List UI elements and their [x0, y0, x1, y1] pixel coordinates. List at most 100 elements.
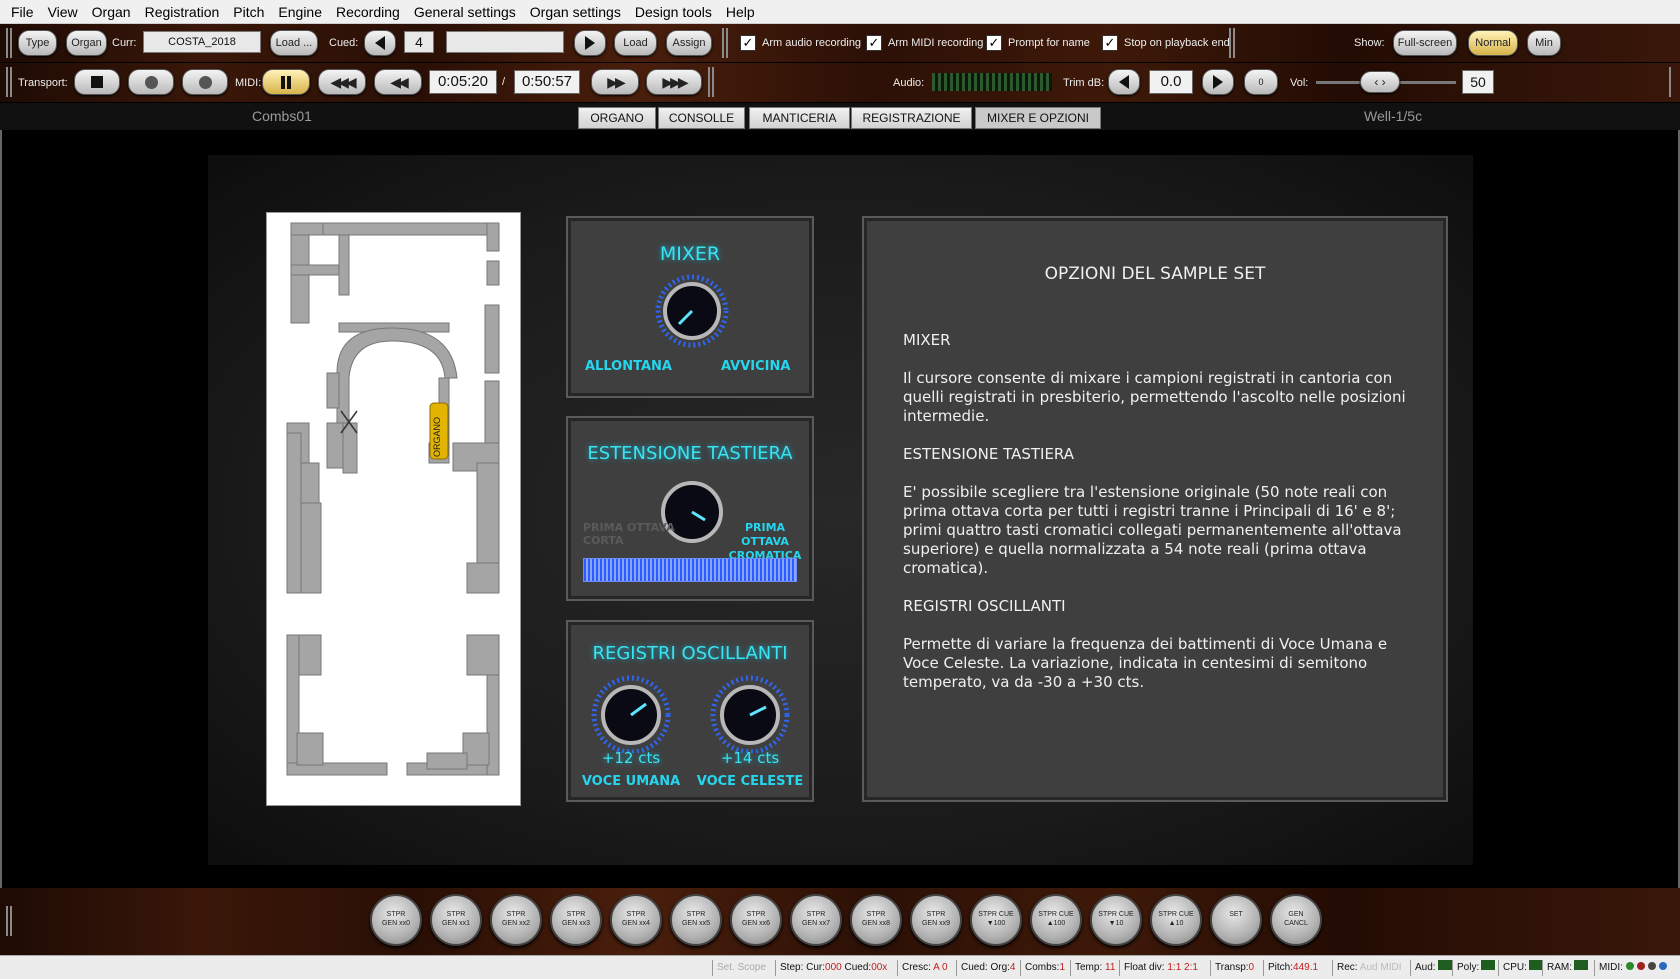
checkbox-stop-on-playback-end[interactable]: ✓ — [1102, 35, 1118, 51]
aud-label: Aud: — [1415, 962, 1436, 973]
stop-button-12[interactable]: STPR CUE ▼10 — [1090, 894, 1142, 946]
cpu-label: CPU: — [1503, 962, 1527, 973]
tab-manticeria[interactable]: MANTICERIA — [749, 107, 850, 129]
midi-label: MIDI: — [235, 77, 262, 89]
church-floorplan[interactable]: ORGANO — [266, 212, 521, 806]
cued-prev-button[interactable] — [364, 30, 396, 56]
combs-status: Combs:1 — [1020, 960, 1065, 976]
short-octave-line2: CORTA — [583, 534, 624, 547]
normal-view-button[interactable]: Normal — [1468, 30, 1518, 56]
stop-button-line1: STPR — [566, 911, 586, 918]
stop-button-line2: GEN xx9 — [921, 920, 950, 927]
stop-button-11[interactable]: STPR CUE ▲100 — [1030, 894, 1082, 946]
transport-label: Transport: — [18, 77, 68, 89]
stop-button-2[interactable]: STPR GEN xx2 — [490, 894, 542, 946]
assign-button[interactable]: Assign — [666, 30, 712, 56]
cued-next-button[interactable] — [574, 30, 606, 56]
menu-organ[interactable]: Organ — [85, 0, 138, 24]
menu-general-settings[interactable]: General settings — [407, 0, 523, 24]
volume-slider-thumb[interactable]: ‹ › — [1360, 71, 1400, 93]
ram-meter — [1574, 960, 1588, 970]
mixer-knob[interactable] — [643, 269, 741, 349]
load-file-button[interactable]: Load ... — [270, 30, 318, 56]
trim-up-button[interactable] — [1202, 69, 1234, 95]
voce-celeste-knob[interactable] — [702, 673, 798, 753]
menu-engine[interactable]: Engine — [271, 0, 329, 24]
stop-button-9[interactable]: STPR GEN xx9 — [910, 894, 962, 946]
forward-end-button[interactable]: ▶▶▶ — [646, 69, 702, 95]
cued-name-field[interactable] — [446, 31, 564, 53]
show-label: Show: — [1354, 37, 1385, 49]
toolbar-grip[interactable] — [6, 906, 12, 936]
pause-icon — [281, 76, 285, 89]
type-button[interactable]: Type — [18, 30, 57, 56]
trim-reset-button[interactable]: 0 — [1244, 69, 1278, 95]
menu-registration[interactable]: Registration — [138, 0, 227, 24]
temp-label: Temp: — [1075, 962, 1103, 973]
stop-button[interactable] — [74, 69, 120, 95]
sample-set-info-panel: OPZIONI DEL SAMPLE SET MIXER Il cursore … — [862, 216, 1448, 802]
voce-umana-knob[interactable] — [583, 673, 679, 753]
stop-button-6[interactable]: STPR GEN xx6 — [730, 894, 782, 946]
tab-organo[interactable]: ORGANO — [578, 107, 656, 129]
float-div-status: Float div: 1:1 2:1 — [1119, 960, 1198, 976]
record-button[interactable] — [128, 69, 174, 95]
stop-button-line1: STPR CUE — [1098, 911, 1134, 918]
midi-label: MIDI: — [1599, 962, 1623, 973]
stop-button-4[interactable]: STPR GEN xx4 — [610, 894, 662, 946]
stop-button-3[interactable]: STPR GEN xx3 — [550, 894, 602, 946]
min-view-button[interactable]: Min — [1527, 30, 1561, 56]
stop-button-line2: GEN xx7 — [801, 920, 830, 927]
organ-button[interactable]: Organ — [66, 30, 107, 56]
fullscreen-button[interactable]: Full-screen — [1393, 30, 1457, 56]
stop-button-7[interactable]: STPR GEN xx7 — [790, 894, 842, 946]
stop-button-line2: ▲10 — [1168, 920, 1184, 927]
menu-help[interactable]: Help — [719, 0, 762, 24]
stop-button-1[interactable]: STPR GEN xx1 — [430, 894, 482, 946]
record-disabled-button[interactable] — [182, 69, 228, 95]
stop-button-line1: STPR — [446, 911, 466, 918]
menu-view[interactable]: View — [41, 0, 85, 24]
set-scope-status: Set. Scope — [712, 960, 766, 976]
checkbox-arm-midi-recording[interactable]: ✓ — [866, 35, 882, 51]
stop-button-8[interactable]: STPR GEN xx8 — [850, 894, 902, 946]
load-cued-button[interactable]: Load — [614, 30, 657, 56]
float-div-value: 1:1 2:1 — [1167, 962, 1198, 973]
cued-value-field[interactable]: 4 — [404, 31, 434, 53]
rewind-button[interactable]: ◀◀ — [374, 69, 422, 95]
aud-meter — [1437, 960, 1452, 970]
tab-consolle[interactable]: CONSOLLE — [658, 107, 745, 129]
rewind-fast-icon: ◀◀◀ — [330, 74, 356, 90]
mixer-left-label: ALLONTANA — [585, 359, 672, 374]
trim-down-button[interactable] — [1108, 69, 1140, 95]
menu-design-tools[interactable]: Design tools — [628, 0, 719, 24]
stop-button-10[interactable]: STPR CUE ▼100 — [970, 894, 1022, 946]
tab-registrazione[interactable]: REGISTRAZIONE — [851, 107, 972, 129]
menu-recording[interactable]: Recording — [329, 0, 407, 24]
checkbox-arm-audio-recording[interactable]: ✓ — [740, 35, 756, 51]
stop-button-line2: ▼10 — [1108, 920, 1124, 927]
rewind-start-button[interactable]: ◀◀◀ — [318, 69, 366, 95]
stop-button-5[interactable]: STPR GEN xx5 — [670, 894, 722, 946]
menu-organ-settings[interactable]: Organ settings — [523, 0, 628, 24]
forward-button[interactable]: ▶▶ — [591, 69, 639, 95]
cresc-label: Cresc: — [902, 962, 931, 973]
checkbox-prompt-for-name[interactable]: ✓ — [986, 35, 1002, 51]
tab-mixer-e-opzioni[interactable]: MIXER E OPZIONI — [975, 107, 1101, 129]
stop-button-14[interactable]: SET — [1210, 894, 1262, 946]
stop-button-13[interactable]: STPR CUE ▲10 — [1150, 894, 1202, 946]
toolbar-grip[interactable] — [6, 28, 12, 58]
toolbar-grip[interactable] — [6, 67, 12, 97]
volume-value-field[interactable]: 50 — [1462, 70, 1494, 94]
menu-file[interactable]: File — [4, 0, 41, 24]
stop-button-0[interactable]: STPR GEN xx0 — [370, 894, 422, 946]
triangle-left-icon — [1119, 75, 1129, 89]
pause-button[interactable] — [262, 69, 310, 95]
midi-led-icon — [1636, 962, 1645, 970]
stop-button-line1: STPR CUE — [978, 911, 1014, 918]
menu-pitch[interactable]: Pitch — [226, 0, 271, 24]
forward-fast-icon: ▶▶▶ — [662, 74, 688, 90]
trim-value-field[interactable]: 0.0 — [1149, 70, 1193, 94]
current-combination-field[interactable]: COSTA_2018 — [143, 31, 261, 53]
stop-button-15[interactable]: GEN CANCL — [1270, 894, 1322, 946]
